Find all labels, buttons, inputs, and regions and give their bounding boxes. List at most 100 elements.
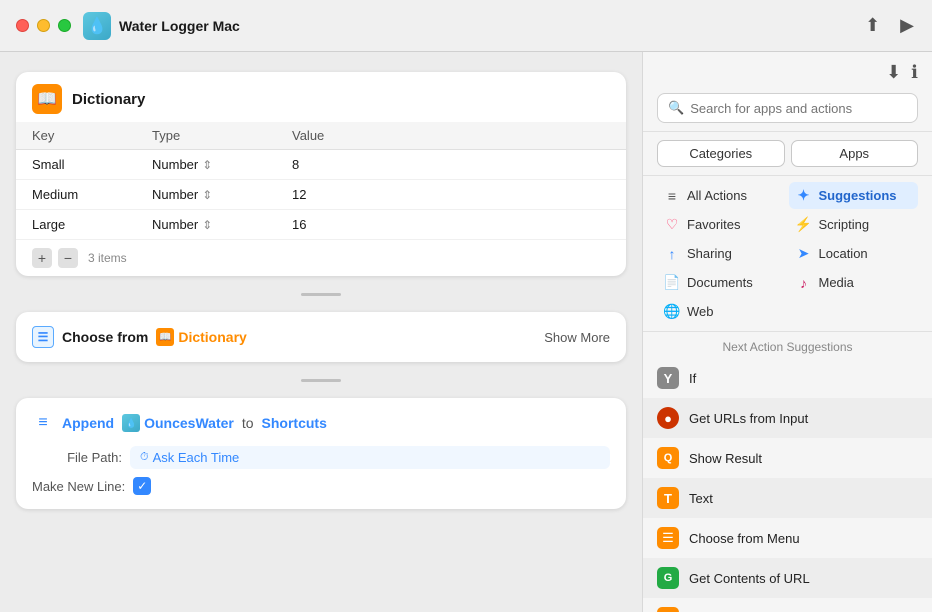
file-path-row: File Path: ⏱ Ask Each Time (32, 446, 610, 469)
cat-item-favorites[interactable]: ♡ Favorites (657, 211, 787, 238)
play-button[interactable]: ▶ (898, 13, 916, 38)
cat-label-location: Location (819, 246, 868, 261)
search-input[interactable] (690, 101, 907, 116)
cat-label-suggestions: Suggestions (819, 188, 897, 203)
titlebar: 💧 Water Logger Mac ⬆ ▶ (0, 0, 932, 52)
inbox-icon-button[interactable]: ⬇ (886, 62, 901, 83)
dict-table: Key Type Value Small Number ⇕ (16, 122, 626, 239)
suggestions-icon: ✦ (795, 187, 813, 204)
action-label-text: Text (689, 491, 713, 506)
action-item-if[interactable]: Y If (643, 358, 932, 398)
action-item-show-result[interactable]: Q Show Result (643, 438, 932, 478)
main-container: 📖 Dictionary Key Type Value Small (0, 52, 932, 612)
action-item-get-urls[interactable]: ● Get URLs from Input (643, 398, 932, 438)
app-icon: 💧 (83, 12, 111, 40)
action-item-choose-menu[interactable]: ☰ Choose from Menu (643, 518, 932, 558)
search-bar: 🔍 (657, 93, 918, 123)
right-top-icons: ⬇ ℹ (657, 62, 918, 85)
info-icon-button[interactable]: ℹ (911, 62, 918, 83)
choose-from-label: Choose from (62, 329, 148, 345)
action-label-get-contents: Get Contents of URL (689, 571, 810, 586)
row2-type: Number ⇕ (136, 180, 276, 210)
cat-item-sharing[interactable]: ↑ Sharing (657, 240, 787, 267)
dict-footer: + − 3 items (16, 239, 626, 276)
upload-button[interactable]: ⬆ (863, 13, 882, 38)
cat-label-web: Web (687, 304, 714, 319)
make-new-line-checkbox[interactable]: ✓ (133, 477, 151, 495)
right-header: ⬇ ℹ 🔍 (643, 52, 932, 132)
col-key: Key (16, 122, 136, 150)
col-type: Type (136, 122, 276, 150)
categories-tab[interactable]: Categories (657, 140, 785, 167)
row2-key: Medium (16, 180, 136, 210)
choose-icon: ☰ (32, 326, 54, 348)
shortcuts-label: Shortcuts (262, 415, 327, 431)
ounces-label: OuncesWater (144, 415, 234, 431)
append-card-content: ≡ Append 💧 OuncesWater to Shortcuts File… (16, 398, 626, 509)
cat-item-media[interactable]: ♪ Media (789, 269, 919, 296)
fullscreen-button[interactable] (58, 19, 71, 32)
text-icon: T (657, 487, 679, 509)
cat-label-all-actions: All Actions (687, 188, 747, 203)
action-item-get-contents[interactable]: G Get Contents of URL (643, 558, 932, 598)
dictionary-card: 📖 Dictionary Key Type Value Small (16, 72, 626, 276)
append-label: Append (62, 415, 114, 431)
append-card: ≡ Append 💧 OuncesWater to Shortcuts File… (16, 398, 626, 509)
row1-value: 8 (276, 150, 626, 180)
filter-tabs: Categories Apps (643, 132, 932, 176)
action-item-show-alert[interactable]: ! Show Alert (643, 598, 932, 612)
make-new-line-row: Make New Line: ✓ (32, 477, 610, 495)
next-action-section: Next Action Suggestions Y If ● Get URLs … (643, 332, 932, 612)
row3-type: Number ⇕ (136, 210, 276, 240)
action-item-text[interactable]: T Text (643, 478, 932, 518)
scripting-icon: ⚡ (795, 216, 813, 233)
v-handle (16, 290, 626, 298)
show-result-icon: Q (657, 447, 679, 469)
cat-item-suggestions[interactable]: ✦ Suggestions (789, 182, 919, 209)
action-label-show-result: Show Result (689, 451, 762, 466)
append-fields: File Path: ⏱ Ask Each Time Make New Line… (32, 446, 610, 495)
cat-item-scripting[interactable]: ⚡ Scripting (789, 211, 919, 238)
file-path-value[interactable]: ⏱ Ask Each Time (130, 446, 610, 469)
ask-icon: ⏱ (140, 451, 149, 464)
dict-card-header: 📖 Dictionary (16, 72, 626, 122)
choose-card-content: ☰ Choose from 📖 Dictionary Show More (16, 312, 626, 362)
cat-item-location[interactable]: ➤ Location (789, 240, 919, 267)
next-section-title: Next Action Suggestions (643, 332, 932, 358)
type-arrows-2[interactable]: ⇕ (202, 188, 212, 202)
web-icon: 🌐 (663, 303, 681, 320)
minimize-button[interactable] (37, 19, 50, 32)
cat-label-media: Media (819, 275, 854, 290)
col-value: Value (276, 122, 626, 150)
cat-item-documents[interactable]: 📄 Documents (657, 269, 787, 296)
sharing-icon: ↑ (663, 246, 681, 262)
action-label-choose-menu: Choose from Menu (689, 531, 800, 546)
table-row: Large Number ⇕ 16 (16, 210, 626, 240)
type-arrows-3[interactable]: ⇕ (202, 218, 212, 232)
titlebar-actions: ⬆ ▶ (863, 13, 916, 38)
location-icon: ➤ (795, 245, 813, 262)
item-count: 3 items (88, 251, 127, 265)
category-grid: ≡ All Actions ✦ Suggestions ♡ Favorites … (643, 176, 932, 332)
dict-title: Dictionary (72, 91, 145, 108)
action-label-get-urls: Get URLs from Input (689, 411, 808, 426)
dict-icon: 📖 (32, 84, 62, 114)
show-more-button[interactable]: Show More (544, 330, 610, 345)
table-row: Small Number ⇕ 8 (16, 150, 626, 180)
cat-item-all-actions[interactable]: ≡ All Actions (657, 182, 787, 209)
make-new-line-label: Make New Line: (32, 479, 125, 494)
right-panel: ⬇ ℹ 🔍 Categories Apps ≡ All Actions ✦ Su… (642, 52, 932, 612)
app-title: Water Logger Mac (119, 18, 863, 34)
cat-label-documents: Documents (687, 275, 753, 290)
search-icon: 🔍 (668, 100, 684, 116)
cat-item-web[interactable]: 🌐 Web (657, 298, 787, 325)
remove-item-button[interactable]: − (58, 248, 78, 268)
row3-value: 16 (276, 210, 626, 240)
choose-left: ☰ Choose from 📖 Dictionary (32, 326, 247, 348)
close-button[interactable] (16, 19, 29, 32)
type-arrows[interactable]: ⇕ (202, 158, 212, 172)
v-handle-2 (16, 376, 626, 384)
apps-tab[interactable]: Apps (791, 140, 919, 167)
cat-label-sharing: Sharing (687, 246, 732, 261)
add-item-button[interactable]: + (32, 248, 52, 268)
